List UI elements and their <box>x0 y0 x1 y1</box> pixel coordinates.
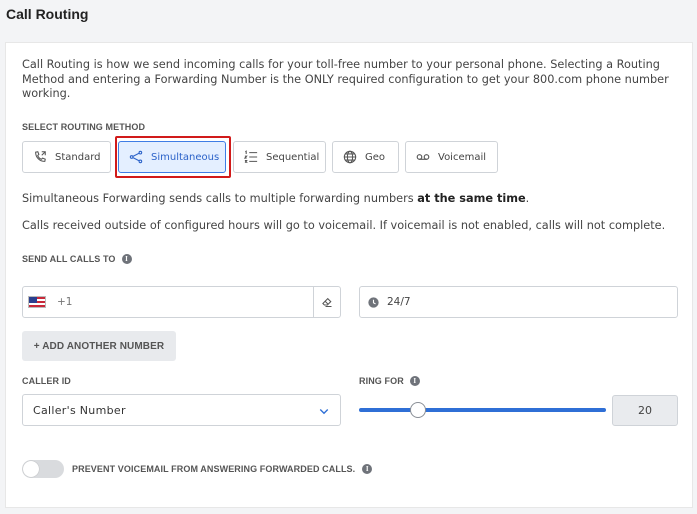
us-flag-icon[interactable] <box>28 296 46 308</box>
phone-number-input[interactable] <box>57 287 307 317</box>
chevron-down-icon <box>319 409 329 415</box>
toggle-knob <box>23 461 39 477</box>
routing-description: Simultaneous Forwarding sends calls to m… <box>22 192 529 205</box>
info-icon[interactable]: i <box>121 254 132 264</box>
prevent-voicemail-toggle[interactable] <box>22 460 64 478</box>
description-suffix: . <box>525 192 530 205</box>
hours-note: Calls received outside of configured hou… <box>22 219 666 232</box>
clock-icon <box>368 296 379 308</box>
page-title: Call Routing <box>6 6 89 22</box>
description-bold: at the same time <box>417 192 526 205</box>
hours-field[interactable]: 24/7 <box>359 286 678 318</box>
caller-id-value: Caller's Number <box>33 403 126 417</box>
ring-for-label: RING FOR i <box>359 376 420 386</box>
method-label: Voicemail <box>438 151 487 163</box>
send-all-calls-label: SEND ALL CALLS TO i <box>22 254 132 264</box>
call-routing-card: Call Routing is how we send incoming cal… <box>5 42 693 508</box>
method-standard-button[interactable]: Standard <box>22 141 111 173</box>
method-simultaneous-button[interactable]: Simultaneous <box>118 141 226 173</box>
method-voicemail-button[interactable]: Voicemail <box>405 141 498 173</box>
info-icon[interactable]: i <box>362 464 373 474</box>
ring-for-value: 20 <box>612 395 678 426</box>
ordered-list-icon <box>244 150 258 163</box>
intro-text: Call Routing is how we send incoming cal… <box>22 58 669 100</box>
method-label: Standard <box>55 151 101 163</box>
method-label: Geo <box>365 151 386 163</box>
info-icon[interactable]: i <box>409 376 420 386</box>
share-icon <box>129 150 143 164</box>
slider-handle[interactable] <box>410 402 427 418</box>
caller-id-label: CALLER ID <box>22 376 71 386</box>
globe-icon <box>343 150 357 164</box>
add-another-number-button[interactable]: + ADD ANOTHER NUMBER <box>22 331 176 361</box>
caller-id-select[interactable]: Caller's Number <box>22 394 341 426</box>
routing-method-label: SELECT ROUTING METHOD <box>22 122 146 132</box>
forwarding-number-field <box>22 286 341 318</box>
prevent-voicemail-text: PREVENT VOICEMAIL FROM ANSWERING FORWARD… <box>72 464 356 474</box>
voicemail-icon <box>416 154 430 160</box>
prevent-voicemail-label: PREVENT VOICEMAIL FROM ANSWERING FORWARD… <box>72 464 373 474</box>
phone-forward-icon <box>35 151 46 162</box>
description-prefix: Simultaneous Forwarding sends calls to m… <box>22 192 418 205</box>
method-label: Simultaneous <box>151 151 220 163</box>
method-sequential-button[interactable]: Sequential <box>233 141 326 173</box>
ring-for-text: RING FOR <box>359 376 404 386</box>
method-geo-button[interactable]: Geo <box>332 141 399 173</box>
hours-value: 24/7 <box>387 296 411 308</box>
send-all-calls-text: SEND ALL CALLS TO <box>22 254 116 264</box>
method-label: Sequential <box>266 151 320 163</box>
ring-for-slider[interactable] <box>359 402 606 418</box>
eraser-icon[interactable] <box>313 287 340 317</box>
